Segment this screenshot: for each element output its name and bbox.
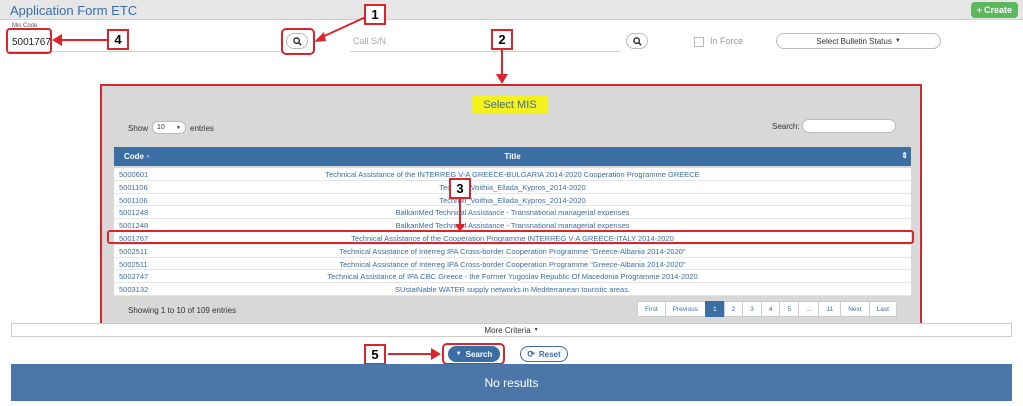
- page-5[interactable]: 5: [779, 301, 800, 317]
- show-label: Show: [128, 124, 149, 133]
- row-title: SUstaiNable WATER supply networks in Med…: [394, 285, 631, 295]
- create-label: Create: [983, 5, 1012, 15]
- more-criteria-label: More Criteria: [484, 325, 531, 335]
- table-header: Code ^ Title ⇕: [114, 147, 911, 166]
- arrow-head-down-icon: [496, 74, 508, 84]
- bulletin-status-value: Select Bulletin Status: [816, 36, 892, 46]
- entries-select[interactable]: 10 ▼: [152, 121, 186, 134]
- no-results-text: No results: [484, 375, 539, 390]
- page-title: Application Form ETC: [10, 3, 138, 18]
- entries-value: 10: [157, 124, 165, 131]
- column-header-title[interactable]: Title: [114, 152, 911, 161]
- row-title: Technical Assistance of Interreg IPA Cro…: [339, 259, 686, 269]
- arrow-head-down-icon: [455, 224, 465, 232]
- callout-3: 3: [449, 178, 471, 199]
- table-row[interactable]: 5002747 Technical Assistance of IPA CBC G…: [114, 270, 911, 284]
- entries-label: entries: [190, 124, 215, 133]
- row-title: Techniki_Voithia_Ellada_Kypros_2014-2020: [439, 195, 586, 205]
- annotation-arrow-2: [501, 50, 503, 76]
- bulletin-status-select[interactable]: Select Bulletin Status ▼: [776, 33, 941, 49]
- annotation-arrow-4: [60, 39, 107, 41]
- in-force-label: In Force: [710, 36, 744, 46]
- annotation-box-4: [6, 28, 52, 54]
- annotation-arrow-1: [314, 15, 369, 42]
- reset-button[interactable]: ⟳ Reset: [520, 346, 568, 362]
- page-4[interactable]: 4: [760, 301, 781, 317]
- table-row[interactable]: 5002511 Technical Assistance of Interreg …: [114, 244, 911, 258]
- plus-icon: +: [976, 5, 982, 15]
- callout-1: 1: [364, 4, 386, 25]
- reset-button-label: Reset: [538, 349, 561, 359]
- arrow-head-right-icon: [431, 348, 441, 360]
- callout-2: 2: [491, 29, 513, 50]
- create-button[interactable]: + Create: [970, 2, 1018, 18]
- row-title: Technical Assistance of Interreg IPA Cro…: [339, 246, 686, 256]
- search-button-label: Search: [465, 349, 493, 359]
- annotation-box-1: [281, 28, 315, 55]
- caret-down-icon: ▼: [894, 38, 901, 44]
- page-1[interactable]: 1: [704, 301, 725, 317]
- annotation-arrow-5: [388, 353, 433, 355]
- row-title: BalkanMed Technical Assistance - Transna…: [395, 208, 630, 218]
- table-row[interactable]: 5001106 Techniki_Voithia_Ellada_Kypros_20…: [114, 193, 911, 207]
- arrow-head-left-icon: [52, 34, 62, 46]
- row-title: Technical Assistance of IPA CBC Greece -…: [327, 272, 698, 282]
- table-row[interactable]: 5002511 Technical Assistance of Interreg …: [114, 257, 911, 271]
- row-title: Technical Assistance of the INTERREG V-A…: [325, 170, 700, 179]
- results-banner: No results: [11, 364, 1012, 401]
- table-search-label: Search:: [772, 122, 800, 131]
- caret-down-icon: ▼: [533, 327, 539, 333]
- table-info: Showing 1 to 10 of 109 entries: [128, 306, 237, 315]
- callout-4: 4: [107, 29, 129, 50]
- call-search-button[interactable]: [626, 33, 648, 49]
- caret-down-icon: ▼: [176, 124, 181, 131]
- select-mis-title: Select MIS: [472, 96, 548, 114]
- annotation-box-3: [107, 230, 914, 244]
- page-2[interactable]: 2: [723, 301, 744, 317]
- page-ellipsis: ...: [798, 301, 820, 317]
- top-bar: Application Form ETC + Create: [0, 0, 1023, 20]
- table-search-input[interactable]: [802, 119, 896, 133]
- page-last[interactable]: Last: [868, 301, 897, 317]
- call-sn-underline: [350, 51, 620, 52]
- table-row[interactable]: 5000601 Technical Assistance of the INTER…: [114, 168, 911, 181]
- table-row[interactable]: 5003132 SUstaiNable WATER supply networks…: [114, 283, 911, 296]
- page-11[interactable]: 11: [818, 301, 842, 317]
- select-mis-panel: Select MIS Show 10 ▼ entries Search: Cod…: [100, 84, 922, 325]
- page-previous[interactable]: Previous: [664, 301, 706, 317]
- table-row[interactable]: 5001248 BalkanMed Technical Assistance - …: [114, 206, 911, 220]
- page-3[interactable]: 3: [742, 301, 762, 317]
- caret-down-icon: ▼: [455, 351, 462, 357]
- row-title: Techniki_Voithia_Ellada_Kypros_2014-2020: [439, 182, 586, 192]
- annotation-arrow-3: [459, 199, 461, 225]
- more-criteria-toggle[interactable]: More Criteria ▼: [11, 323, 1012, 337]
- table-row[interactable]: 5001106 Techniki_Voithia_Ellada_Kypros_20…: [114, 180, 911, 194]
- search-icon: [632, 36, 642, 46]
- page-next[interactable]: Next: [840, 301, 870, 317]
- pagination: First Previous 1 2 3 4 5 ... 11 Next Las…: [637, 301, 897, 317]
- row-title: BalkanMed Technical Assistance - Transna…: [395, 221, 630, 231]
- search-button[interactable]: ▼ Search: [448, 346, 500, 362]
- callout-5: 5: [364, 344, 386, 365]
- in-force-checkbox[interactable]: [694, 37, 704, 47]
- refresh-icon: ⟳: [527, 348, 535, 359]
- page-first[interactable]: First: [637, 301, 666, 317]
- sort-both-icon: ⇕: [901, 151, 908, 160]
